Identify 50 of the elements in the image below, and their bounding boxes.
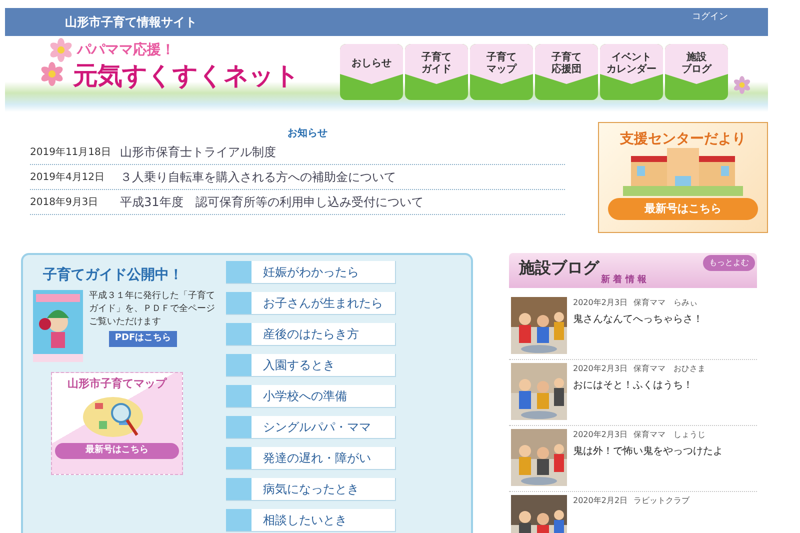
site-logo[interactable]: 元気すくすくネット bbox=[73, 61, 340, 91]
pdf-button[interactable]: PDFはこちら bbox=[109, 331, 177, 347]
guide-cover-drawing bbox=[33, 290, 83, 362]
post-date: 2020年2月3日 bbox=[573, 429, 628, 441]
guide-link[interactable]: 小学校への準備 bbox=[226, 385, 396, 408]
guide-link[interactable]: 相談したいとき bbox=[226, 509, 396, 532]
post-author: 保育ママ おひさま bbox=[634, 363, 706, 375]
tagline: パパママ応援！ bbox=[76, 40, 175, 60]
login-link[interactable]: コグイン bbox=[692, 11, 728, 24]
nav-tile[interactable]: 子育て 応援団 bbox=[535, 44, 598, 100]
post-date: 2020年2月3日 bbox=[573, 363, 628, 375]
news-date: 2019年4月12日 bbox=[30, 170, 106, 184]
post-date: 2020年2月3日 bbox=[573, 297, 628, 309]
map-latest-button[interactable]: 最新号はこちら bbox=[55, 442, 179, 458]
post-author: ラビットクラブ bbox=[634, 495, 690, 507]
guide-description: 平成３１年に発行した「子育てガイド」を、ＰＤＦで全ページご覧いただけます bbox=[89, 290, 216, 329]
news-date: 2018年9月3日 bbox=[30, 196, 100, 210]
guide-link[interactable]: 病気になったとき bbox=[226, 478, 396, 501]
post-author: 保育ママ しょうじ bbox=[634, 429, 706, 441]
post-author: 保育ママ らみぃ bbox=[634, 297, 698, 309]
nav-tile[interactable]: おしらせ bbox=[340, 44, 403, 100]
flower-icon bbox=[49, 38, 73, 62]
blog-title: 施設ブログ bbox=[519, 257, 599, 279]
guide-link[interactable]: 入園するとき bbox=[226, 354, 396, 377]
guide-link[interactable]: 産後のはたらき方 bbox=[226, 323, 396, 346]
banner-title: 支援センターだより bbox=[620, 130, 746, 149]
guide-link[interactable]: 妊娠がわかったら bbox=[226, 261, 396, 284]
guide-heading: 子育てガイド公開中！ bbox=[42, 266, 184, 285]
guide-link[interactable]: シングルパパ・ママ bbox=[226, 416, 396, 439]
nav-tile[interactable]: 子育て ガイド bbox=[405, 44, 468, 100]
blog-subtitle: 新 着 情 報 bbox=[601, 274, 646, 287]
map-card[interactable]: 山形市子育てマップ 最新号はこちら bbox=[51, 372, 183, 475]
news-link[interactable]: 平成31年度 認可保育所等の利用申し込み受付について bbox=[120, 193, 424, 211]
news-title: お知らせ bbox=[286, 128, 328, 140]
flower-icon bbox=[40, 62, 64, 86]
news-link[interactable]: 山形市保育士トライアル制度 bbox=[120, 143, 276, 161]
post-title[interactable]: 鬼さんなんてへっちゃらさ！ bbox=[573, 312, 703, 327]
nav-tile[interactable]: 子育て マップ bbox=[470, 44, 533, 100]
site-title: 山形市子育て情報サイト bbox=[65, 14, 197, 31]
nav-tile[interactable]: 施設 ブログ bbox=[665, 44, 728, 100]
guide-link[interactable]: お子さんが生まれたら bbox=[226, 292, 396, 315]
news-date: 2019年11月18日 bbox=[30, 146, 112, 160]
flower-icon bbox=[733, 76, 751, 94]
map-card-title: 山形市子育てマップ bbox=[68, 376, 166, 392]
post-date: 2020年2月2日 bbox=[573, 495, 628, 507]
nav-tile[interactable]: イベント カレンダー bbox=[600, 44, 663, 100]
post-title[interactable]: おにはそと！ふくはうち！ bbox=[573, 378, 706, 393]
post-title[interactable]: 鬼は外！で怖い鬼をやっつけたよ bbox=[573, 444, 723, 459]
news-link[interactable]: ３人乗り自転車を購入される方への補助金について bbox=[120, 168, 396, 186]
guide-link[interactable]: 発達の遅れ・障がい bbox=[226, 447, 396, 470]
